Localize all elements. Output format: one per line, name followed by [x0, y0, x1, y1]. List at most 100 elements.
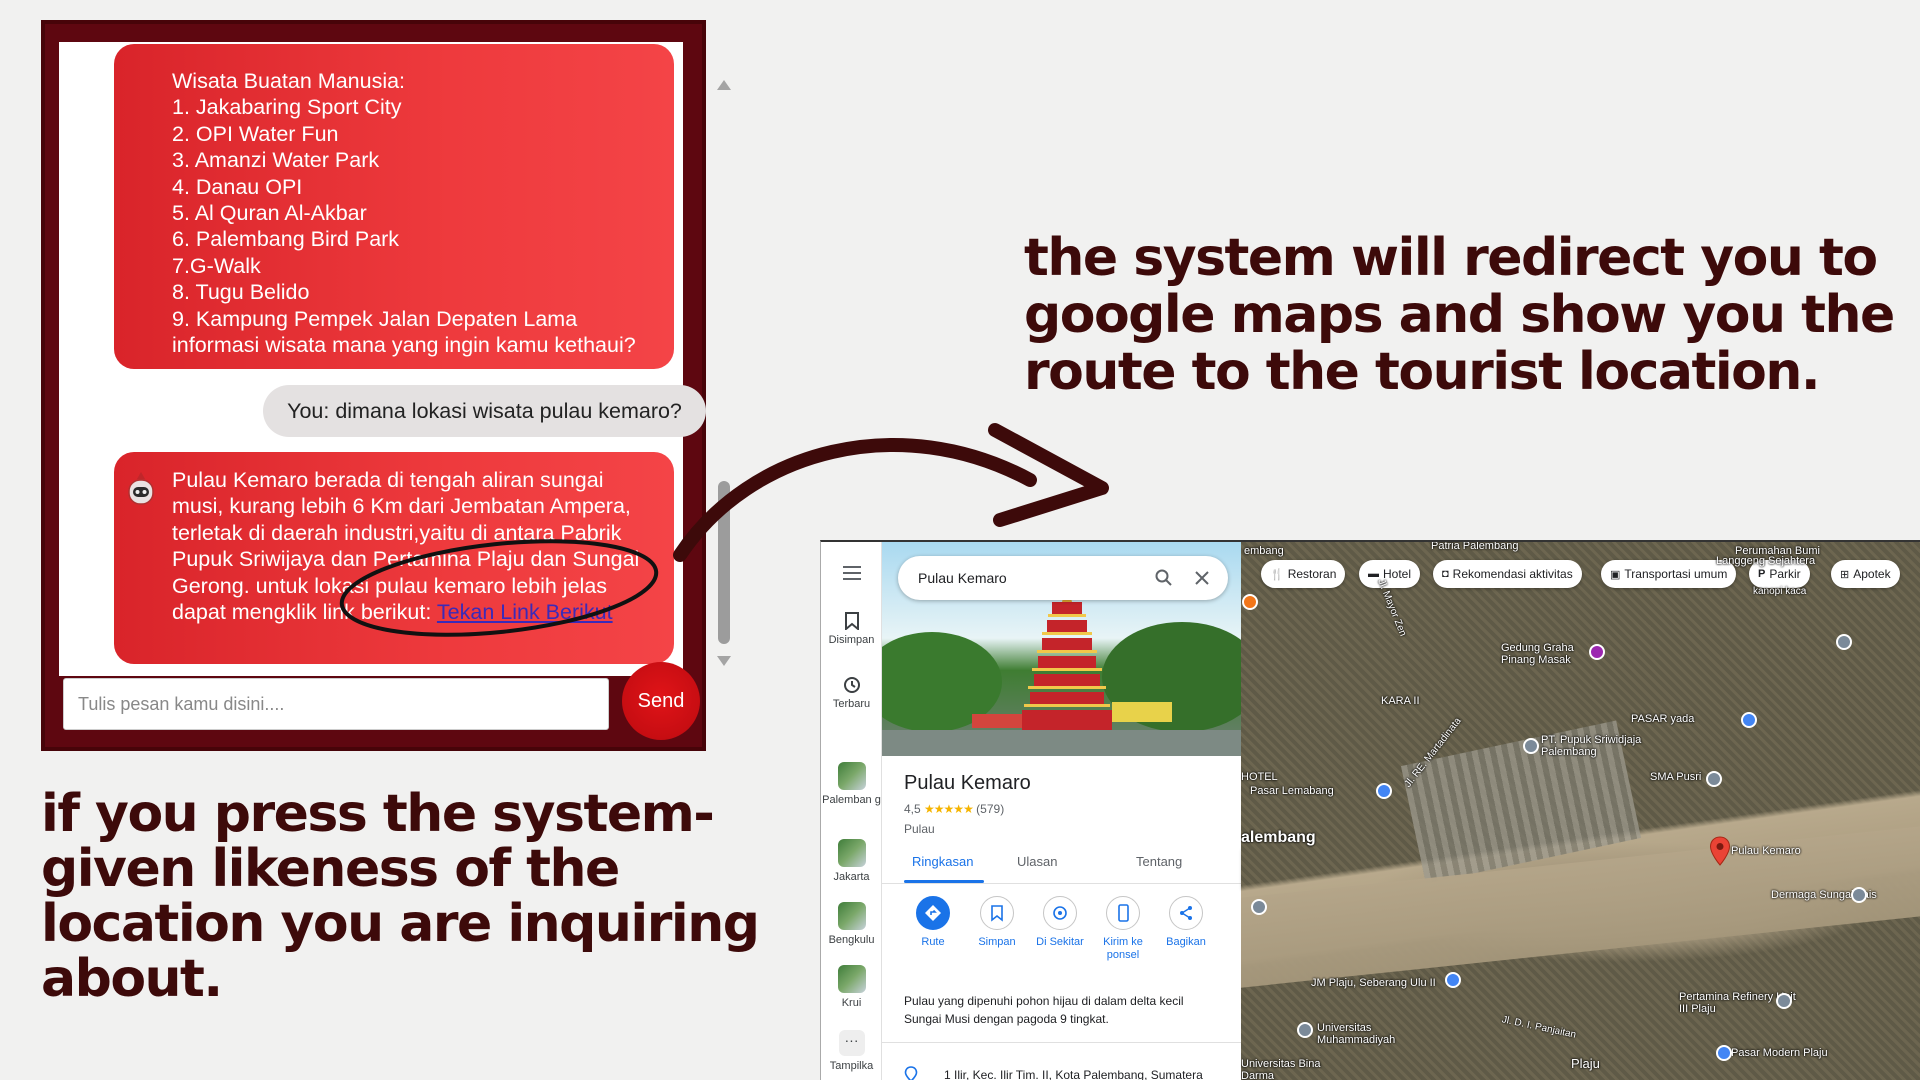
map-label: kanopi kaca: [1753, 586, 1807, 597]
location-pin-icon: [904, 1066, 918, 1080]
close-icon[interactable]: [1192, 568, 1212, 588]
message-input[interactable]: Tulis pesan kamu disini....: [63, 678, 609, 730]
nearby-icon: [1043, 896, 1077, 930]
street-label: Jl. D. I. Panjaitan: [1500, 1014, 1578, 1041]
recent-place-thumb: [837, 762, 866, 790]
recent-place[interactable]: Bengkulu: [821, 902, 882, 946]
scroll-up-arrow-icon[interactable]: [717, 80, 731, 90]
chip-restaurants[interactable]: 🍴 Restoran: [1261, 560, 1346, 588]
rating-stars: ★★★★★: [924, 802, 974, 816]
maps-side-rail: Disimpan Terbaru Palemban g Jakarta Beng…: [821, 542, 882, 1080]
save-button[interactable]: Simpan: [967, 896, 1027, 949]
map-label: Plaju: [1571, 1056, 1600, 1071]
recent-place-label: Palemban g: [822, 794, 881, 806]
review-count[interactable]: (579): [976, 802, 1004, 816]
menu-icon[interactable]: [821, 566, 882, 583]
place-panel: Pulau Kemaro Pulau Kemaro 4,5 ★★★★★ (579…: [882, 542, 1241, 1080]
chip-label: Apotek: [1853, 567, 1891, 581]
map-label: Pulau Kemaro: [1731, 845, 1801, 857]
rail-recent-label: Terbaru: [832, 698, 871, 710]
chip-label: Rekomendasi aktivitas: [1452, 567, 1573, 581]
nearby-label: Di Sekitar: [1036, 936, 1084, 948]
send-to-phone-button[interactable]: Kirim ke ponsel: [1093, 896, 1153, 962]
recent-place[interactable]: Krui: [821, 965, 882, 1009]
directions-button[interactable]: Rute: [903, 896, 963, 949]
selected-place-pin-icon[interactable]: [1709, 836, 1731, 866]
recent-place[interactable]: Jakarta: [821, 839, 882, 883]
message-line: 4. Danau OPI: [172, 174, 303, 199]
parking-icon: P: [1758, 568, 1766, 580]
robot-avatar-icon: [128, 472, 154, 505]
history-icon: [843, 677, 860, 693]
tab-about[interactable]: Tentang: [1136, 854, 1182, 869]
recent-place-thumb: [837, 839, 866, 867]
camera-icon: ◘: [1442, 568, 1449, 580]
share-label: Bagikan: [1166, 936, 1206, 948]
poi-marker[interactable]: [1741, 712, 1757, 728]
poi-marker[interactable]: [1706, 771, 1722, 787]
recent-place-thumb: [837, 902, 866, 930]
chip-label: Transportasi umum: [1624, 567, 1728, 581]
message-line: 8. Tugu Belido: [172, 280, 310, 305]
chip-pharmacy[interactable]: ⊞ Apotek: [1831, 560, 1900, 588]
rail-recent[interactable]: Terbaru: [821, 676, 882, 710]
rail-saved[interactable]: Disimpan: [821, 612, 882, 646]
message-line: 3. Amanzi Water Park: [172, 148, 380, 173]
place-title: Pulau Kemaro: [904, 772, 1031, 794]
poi-marker[interactable]: [1776, 993, 1792, 1009]
poi-marker[interactable]: [1242, 594, 1258, 610]
directions-label: Rute: [921, 936, 945, 948]
divider: [882, 883, 1241, 884]
poi-marker[interactable]: [1376, 783, 1392, 799]
poi-marker[interactable]: [1716, 1045, 1732, 1061]
google-maps-screenshot: Disimpan Terbaru Palemban g Jakarta Beng…: [820, 540, 1920, 1080]
message-line: 7.G-Walk: [172, 253, 261, 278]
recent-place-thumb: [837, 965, 866, 993]
recent-place[interactable]: Palemban g: [821, 762, 882, 806]
recent-place-label: Bengkulu: [828, 934, 875, 946]
save-label: Simpan: [978, 936, 1016, 948]
search-icon[interactable]: [1154, 568, 1174, 588]
divider: [882, 1042, 1241, 1043]
chip-hotels[interactable]: ▬ Hotel: [1359, 560, 1421, 588]
rail-saved-label: Disimpan: [828, 634, 875, 646]
bookmark-icon: [844, 612, 859, 630]
place-type[interactable]: Pulau: [904, 822, 935, 836]
map-label: SMA Pusri: [1650, 771, 1702, 783]
poi-marker[interactable]: [1251, 899, 1267, 915]
send-button[interactable]: Send: [622, 662, 700, 740]
directions-icon: [916, 896, 950, 930]
tab-overview[interactable]: Ringkasan: [912, 854, 973, 869]
chatbot-window: Wisata Buatan Manusia: 1. Jakabaring Spo…: [41, 20, 731, 751]
map-label: embang: [1244, 545, 1284, 557]
pharmacy-icon: ⊞: [1840, 568, 1850, 581]
caption-press-link: if you press the system-given likeness o…: [41, 784, 760, 1009]
poi-marker[interactable]: [1445, 972, 1461, 988]
message-line: Wisata Buatan Manusia:: [172, 69, 406, 93]
scroll-down-arrow-icon[interactable]: [717, 656, 731, 666]
poi-marker[interactable]: [1589, 644, 1605, 660]
chip-label: Hotel: [1383, 567, 1412, 581]
rail-more[interactable]: ··· Tampilka: [821, 1030, 882, 1072]
message-line: 5. Al Quran Al-Akbar: [172, 201, 367, 226]
chip-things-to-do[interactable]: ◘ Rekomendasi aktivitas: [1433, 560, 1582, 588]
satellite-map[interactable]: 🍴 Restoran ▬ Hotel ◘ Rekomendasi aktivitas …: [1241, 542, 1920, 1080]
tab-reviews[interactable]: Ulasan: [1017, 854, 1057, 869]
map-label: Gedung Graha Pinang Masak: [1501, 642, 1574, 666]
map-label: HOTEL: [1241, 771, 1278, 783]
search-input[interactable]: Pulau Kemaro: [898, 556, 1228, 600]
nearby-button[interactable]: Di Sekitar: [1030, 896, 1090, 949]
chip-label: Restoran: [1287, 567, 1337, 581]
poi-marker[interactable]: [1851, 887, 1867, 903]
poi-marker[interactable]: [1297, 1022, 1313, 1038]
poi-marker[interactable]: [1836, 634, 1852, 650]
map-label: Patria Palembang: [1431, 542, 1519, 552]
map-label: Pasar Modern Plaju: [1731, 1047, 1828, 1059]
share-button[interactable]: Bagikan: [1156, 896, 1216, 949]
poi-marker[interactable]: [1523, 738, 1539, 754]
phone-icon: [1106, 896, 1140, 930]
bot-message-bubble: Wisata Buatan Manusia: 1. Jakabaring Spo…: [114, 44, 674, 369]
place-address[interactable]: 1 Ilir, Kec. Ilir Tim. II, Kota Palemban…: [944, 1068, 1203, 1080]
more-icon: ···: [838, 1030, 865, 1056]
message-line: 1. Jakabaring Sport City: [172, 95, 402, 120]
